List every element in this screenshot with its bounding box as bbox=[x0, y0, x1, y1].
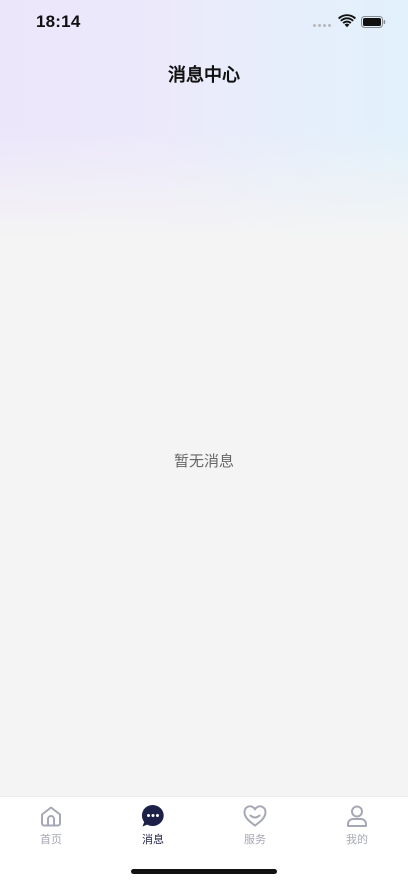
home-icon bbox=[41, 806, 61, 827]
empty-state-text: 暂无消息 bbox=[173, 452, 234, 470]
tab-services-label: 服务 bbox=[244, 833, 266, 846]
status-time: 18:14 bbox=[36, 12, 81, 31]
wifi-icon bbox=[338, 14, 356, 28]
home-indicator[interactable] bbox=[131, 869, 277, 874]
signal-icon bbox=[313, 24, 333, 27]
tab-home[interactable]: 首页 bbox=[0, 803, 102, 853]
tab-profile[interactable]: 我的 bbox=[306, 803, 408, 853]
tab-messages[interactable]: 消息 bbox=[102, 803, 204, 853]
tab-messages-label: 消息 bbox=[142, 833, 164, 846]
chat-bubble-icon bbox=[141, 804, 164, 827]
tab-home-label: 首页 bbox=[40, 833, 62, 846]
status-bar: 18:14 bbox=[0, 0, 408, 46]
user-icon bbox=[347, 805, 367, 827]
page-title: 消息中心 bbox=[168, 65, 240, 86]
tab-services[interactable]: 服务 bbox=[204, 803, 306, 853]
tab-profile-label: 我的 bbox=[346, 833, 368, 846]
message-center-screen: 18:14 消息中心 暂无消息 首页 消息 服务 我的 bbox=[0, 0, 408, 883]
heart-smile-icon bbox=[243, 805, 267, 827]
battery-icon bbox=[361, 16, 386, 28]
